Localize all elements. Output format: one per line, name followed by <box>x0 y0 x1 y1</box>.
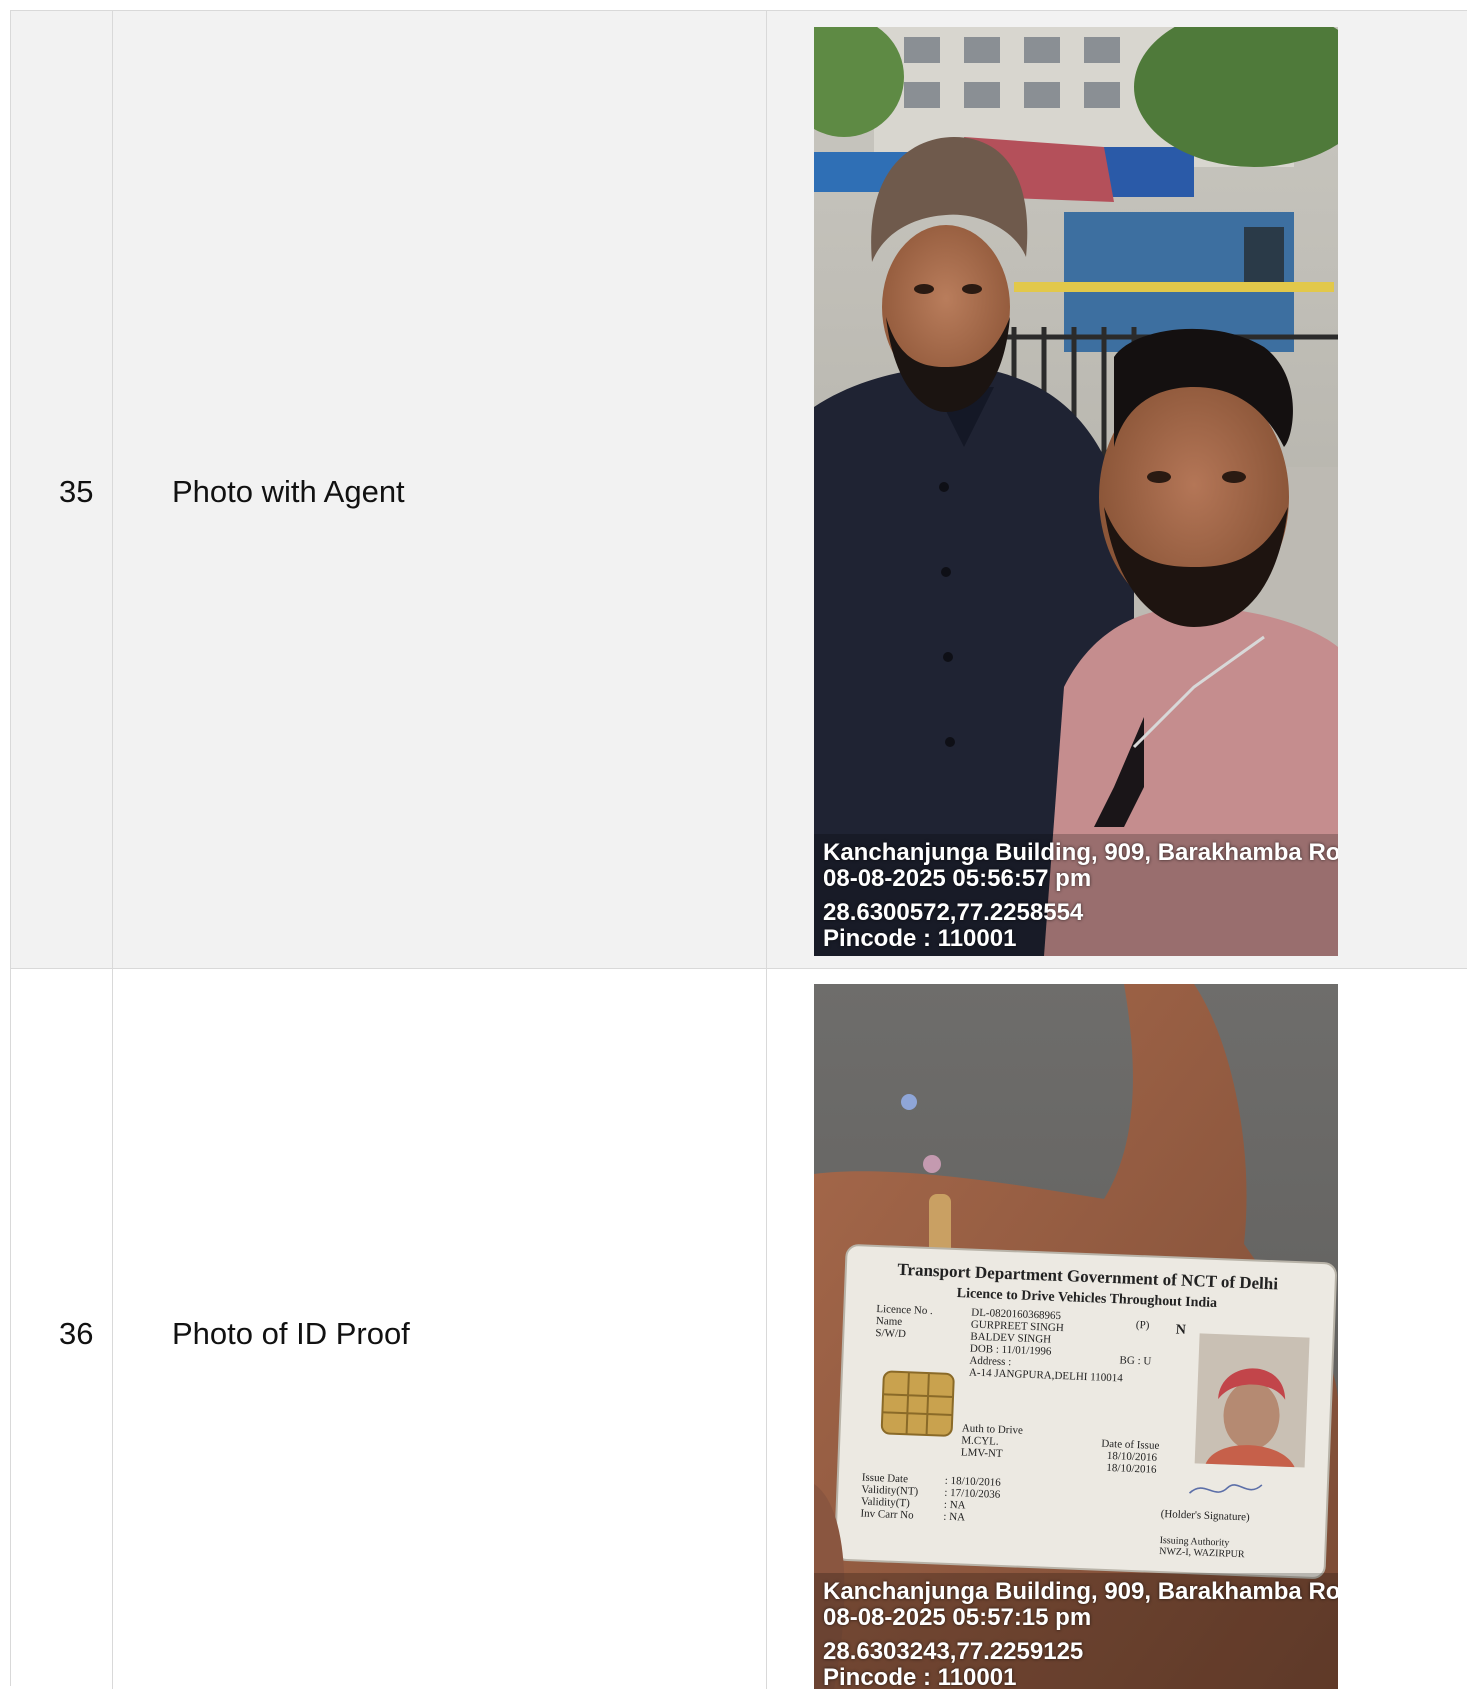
stamp-coordinates: 28.6303243,77.2259125 <box>823 1638 1084 1665</box>
row-number: 36 <box>59 1316 94 1351</box>
table-row: 35 Photo with Agent Kanchanjunga Buildin… <box>11 11 1467 969</box>
table-row: 36 Photo of ID Proof Transport Departmen… <box>11 969 1467 1689</box>
stamp-datetime: 08-08-2025 05:57:15 pm <box>823 1604 1092 1631</box>
photo-cell: Kanchanjunga Building, 909, Barakhamba R… <box>767 11 1467 968</box>
card-p-mark: (P) <box>1136 1319 1150 1332</box>
geo-stamp: Kanchanjunga Building, 909, Barakhamba R… <box>814 834 1338 956</box>
row-number: 35 <box>59 474 94 509</box>
card-n-mark: N <box>1175 1322 1186 1337</box>
card-doi-2: 18/10/2016 <box>1106 1462 1157 1476</box>
stamp-datetime: 08-08-2025 05:56:57 pm <box>823 865 1092 892</box>
card-validity-t: : NA <box>944 1499 966 1512</box>
stamp-pincode: Pincode : 110001 <box>823 925 1017 952</box>
stamp-address: Kanchanjunga Building, 909, Barakhamba R… <box>823 1578 1338 1605</box>
stamp-pincode: Pincode : 110001 <box>823 1664 1017 1689</box>
card-name-label: Name <box>876 1315 903 1328</box>
card-chip-icon <box>880 1370 955 1437</box>
row-number-cell: 36 <box>11 969 113 1689</box>
id-proof-photo: Transport Department Government of NCT o… <box>814 984 1338 1689</box>
row-label: Photo of ID Proof <box>172 1316 410 1351</box>
card-inv-label: Inv Carr No <box>860 1508 914 1522</box>
row-label-cell: Photo with Agent <box>113 11 767 968</box>
agent-photo: Kanchanjunga Building, 909, Barakhamba R… <box>814 27 1338 956</box>
card-blood-group: BG : U <box>1119 1354 1151 1367</box>
card-swd-label: S/W/D <box>875 1327 906 1340</box>
photo-cell: Transport Department Government of NCT o… <box>767 969 1467 1689</box>
card-inv: : NA <box>943 1511 965 1524</box>
geo-stamp: Kanchanjunga Building, 909, Barakhamba R… <box>814 1573 1338 1689</box>
stamp-address: Kanchanjunga Building, 909, Barakhamba R… <box>823 839 1338 866</box>
card-auth-2: LMV-NT <box>961 1446 1003 1460</box>
row-number-cell: 35 <box>11 11 113 968</box>
agent-photo-image <box>814 27 1338 956</box>
stamp-coordinates: 28.6300572,77.2258554 <box>823 899 1084 926</box>
row-label: Photo with Agent <box>172 474 405 509</box>
photo-evidence-table: 35 Photo with Agent Kanchanjunga Buildin… <box>10 10 1467 1689</box>
row-label-cell: Photo of ID Proof <box>113 969 767 1689</box>
